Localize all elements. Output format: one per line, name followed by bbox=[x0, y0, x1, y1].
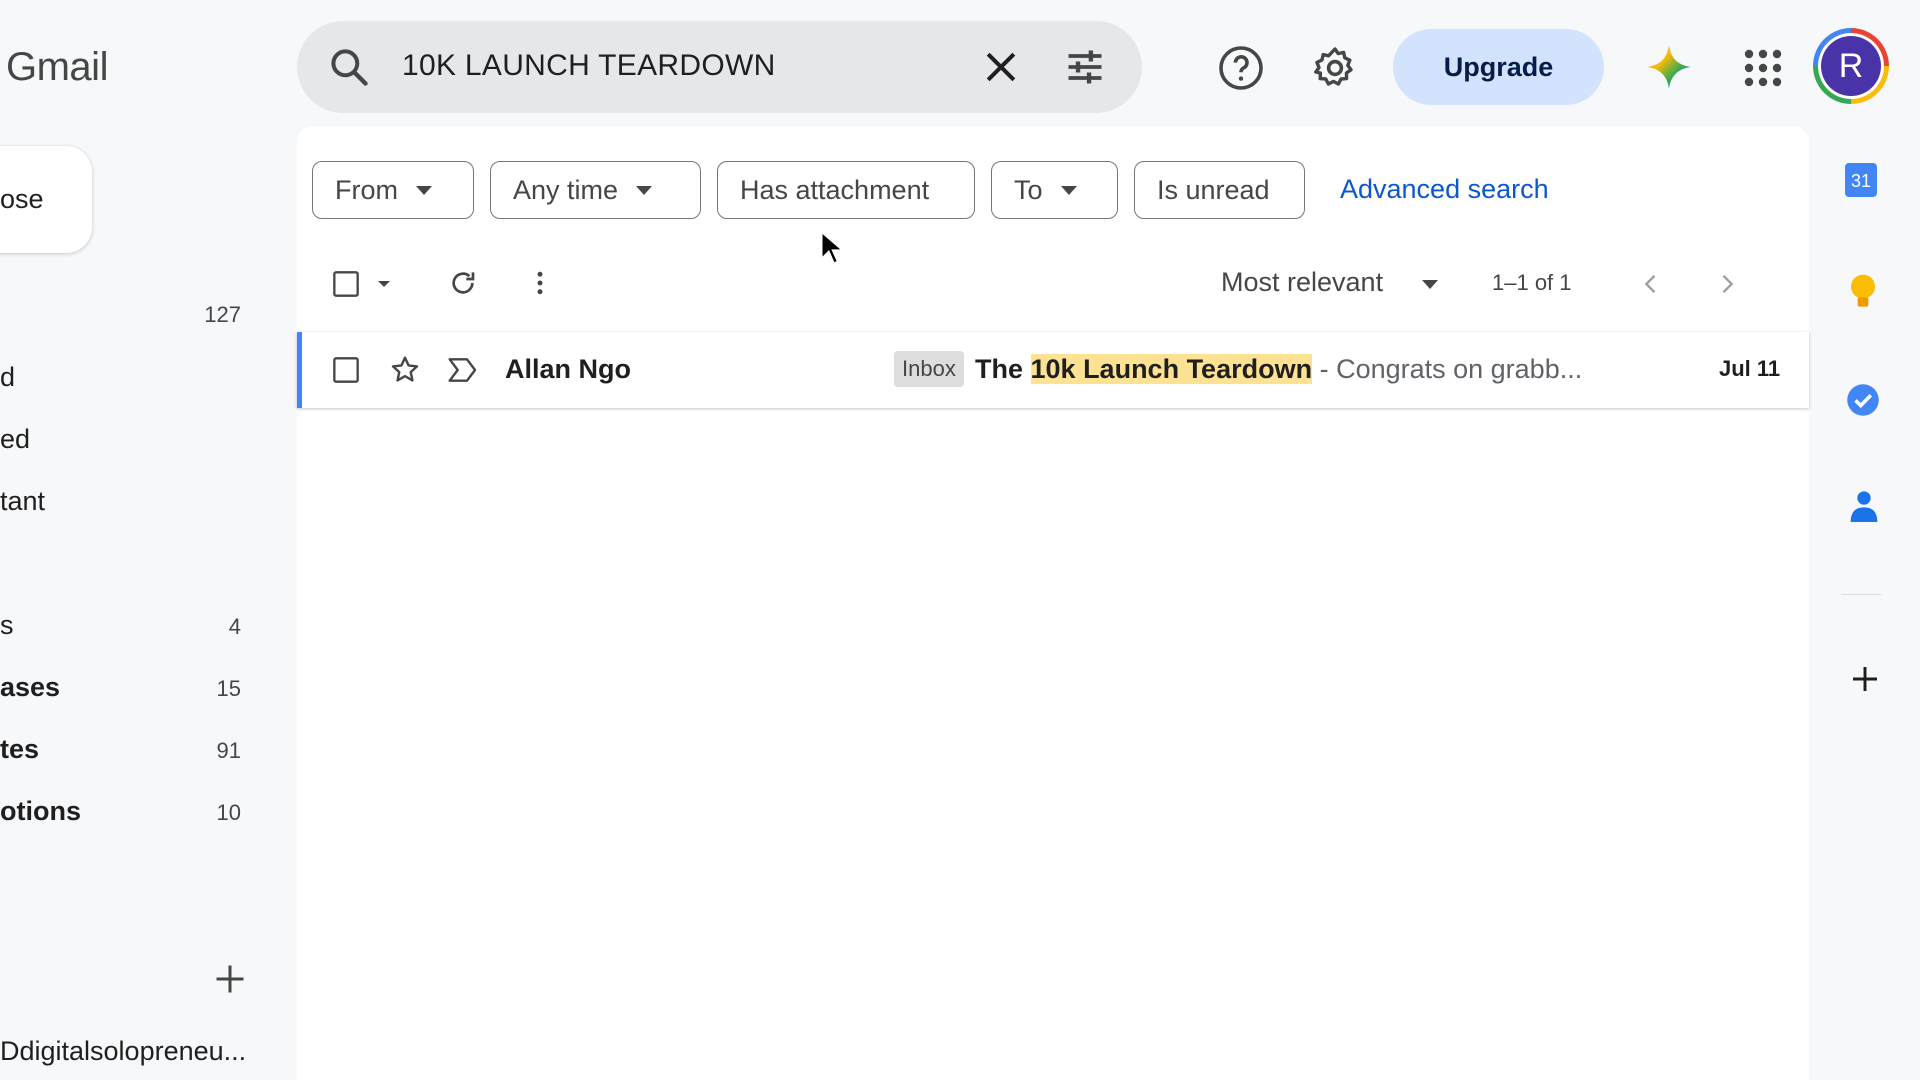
select-all-checkbox[interactable] bbox=[332, 270, 360, 298]
add-addon-plus-icon[interactable] bbox=[1849, 663, 1881, 695]
email-snippet: - Congrats on grabb... bbox=[1312, 354, 1583, 384]
nav-item-label: tes bbox=[0, 734, 40, 764]
email-date: Jul 11 bbox=[1719, 356, 1781, 381]
nav-item-count: 4 bbox=[228, 614, 241, 639]
help-icon[interactable] bbox=[1217, 44, 1265, 92]
chevron-down-icon bbox=[636, 185, 653, 195]
nav-item-label: d bbox=[0, 362, 16, 392]
chip-label: Has attachment bbox=[740, 174, 930, 205]
chip-label: From bbox=[335, 174, 398, 205]
calendar-icon[interactable]: 31 bbox=[1845, 163, 1877, 197]
sort-dropdown[interactable]: Most relevant bbox=[1221, 267, 1383, 298]
gmail-logo[interactable]: Gmail bbox=[6, 45, 108, 90]
search-input[interactable]: 10K LAUNCH TEARDOWN bbox=[402, 49, 776, 83]
chevron-down-icon bbox=[1060, 185, 1077, 195]
next-page-icon[interactable] bbox=[1713, 270, 1741, 298]
filter-chip-any-time[interactable]: Any time bbox=[490, 161, 701, 219]
gemini-spark-icon[interactable] bbox=[1645, 43, 1693, 91]
clear-search-icon[interactable] bbox=[979, 45, 1023, 89]
sort-chevron-down-icon[interactable] bbox=[1422, 280, 1438, 289]
subject-highlight: 10k Launch Teardown bbox=[1030, 354, 1313, 384]
inbox-label-badge[interactable]: Inbox bbox=[894, 351, 964, 387]
nav-item-label: ases bbox=[0, 672, 61, 702]
account-avatar[interactable]: R bbox=[1813, 28, 1889, 104]
search-icon[interactable] bbox=[327, 45, 371, 89]
nav-item-label: tant bbox=[0, 486, 46, 516]
filter-chip-is-unread[interactable]: Is unread bbox=[1134, 161, 1305, 219]
chip-label: Any time bbox=[513, 174, 619, 205]
chip-label: To bbox=[1014, 174, 1043, 205]
keep-icon[interactable] bbox=[1847, 272, 1879, 312]
search-options-icon[interactable] bbox=[1063, 45, 1107, 89]
nav-item-label: ed bbox=[0, 424, 31, 454]
advanced-search-link[interactable]: Advanced search bbox=[1340, 174, 1549, 205]
subject-prefix: The bbox=[975, 354, 1031, 384]
email-sender: Allan Ngo bbox=[505, 354, 631, 384]
tasks-icon[interactable] bbox=[1845, 382, 1881, 418]
nav-item-count: 15 bbox=[216, 676, 241, 701]
row-checkbox[interactable] bbox=[332, 356, 360, 384]
settings-gear-icon[interactable] bbox=[1311, 44, 1359, 92]
chevron-down-icon bbox=[416, 185, 432, 195]
chip-label: Is unread bbox=[1157, 174, 1270, 205]
select-dropdown-icon[interactable] bbox=[375, 276, 393, 292]
avatar-letter: R bbox=[1821, 36, 1881, 96]
compose-label: ose bbox=[0, 184, 44, 214]
upgrade-button[interactable]: Upgrade bbox=[1393, 29, 1604, 105]
previous-page-icon[interactable] bbox=[1637, 270, 1665, 298]
main-panel bbox=[297, 126, 1809, 1080]
compose-button[interactable]: ose bbox=[0, 146, 92, 253]
apps-grid-icon[interactable] bbox=[1739, 44, 1787, 92]
nav-item-label: s bbox=[0, 610, 14, 640]
filter-chip-from[interactable]: From bbox=[312, 161, 474, 219]
importance-marker-icon[interactable] bbox=[447, 356, 479, 384]
calendar-day: 31 bbox=[1850, 171, 1872, 191]
contacts-icon[interactable] bbox=[1848, 488, 1880, 524]
filter-chip-has-attachment[interactable]: Has attachment bbox=[717, 161, 975, 219]
pagination-count: 1–1 of 1 bbox=[1492, 270, 1572, 295]
account-email-label[interactable]: Ddigitalsolopreneu... bbox=[0, 1036, 246, 1067]
email-subject: The 10k Launch Teardown - Congrats on gr… bbox=[975, 354, 1582, 385]
create-label-plus-icon[interactable] bbox=[212, 961, 248, 997]
refresh-icon[interactable] bbox=[447, 267, 479, 299]
more-options-icon[interactable] bbox=[525, 266, 555, 300]
nav-item-count: 91 bbox=[216, 738, 241, 763]
side-panel-divider bbox=[1841, 594, 1881, 595]
nav-item-label: otions bbox=[0, 796, 81, 826]
mouse-cursor-icon bbox=[820, 230, 846, 265]
email-row[interactable]: Allan Ngo Inbox The 10k Launch Teardown … bbox=[297, 332, 1809, 408]
nav-item-count: 127 bbox=[204, 302, 241, 327]
search-bar[interactable]: 10K LAUNCH TEARDOWN bbox=[297, 21, 1142, 113]
filter-chip-to[interactable]: To bbox=[991, 161, 1118, 219]
star-icon[interactable] bbox=[389, 354, 421, 386]
nav-item-count: 10 bbox=[216, 800, 241, 825]
